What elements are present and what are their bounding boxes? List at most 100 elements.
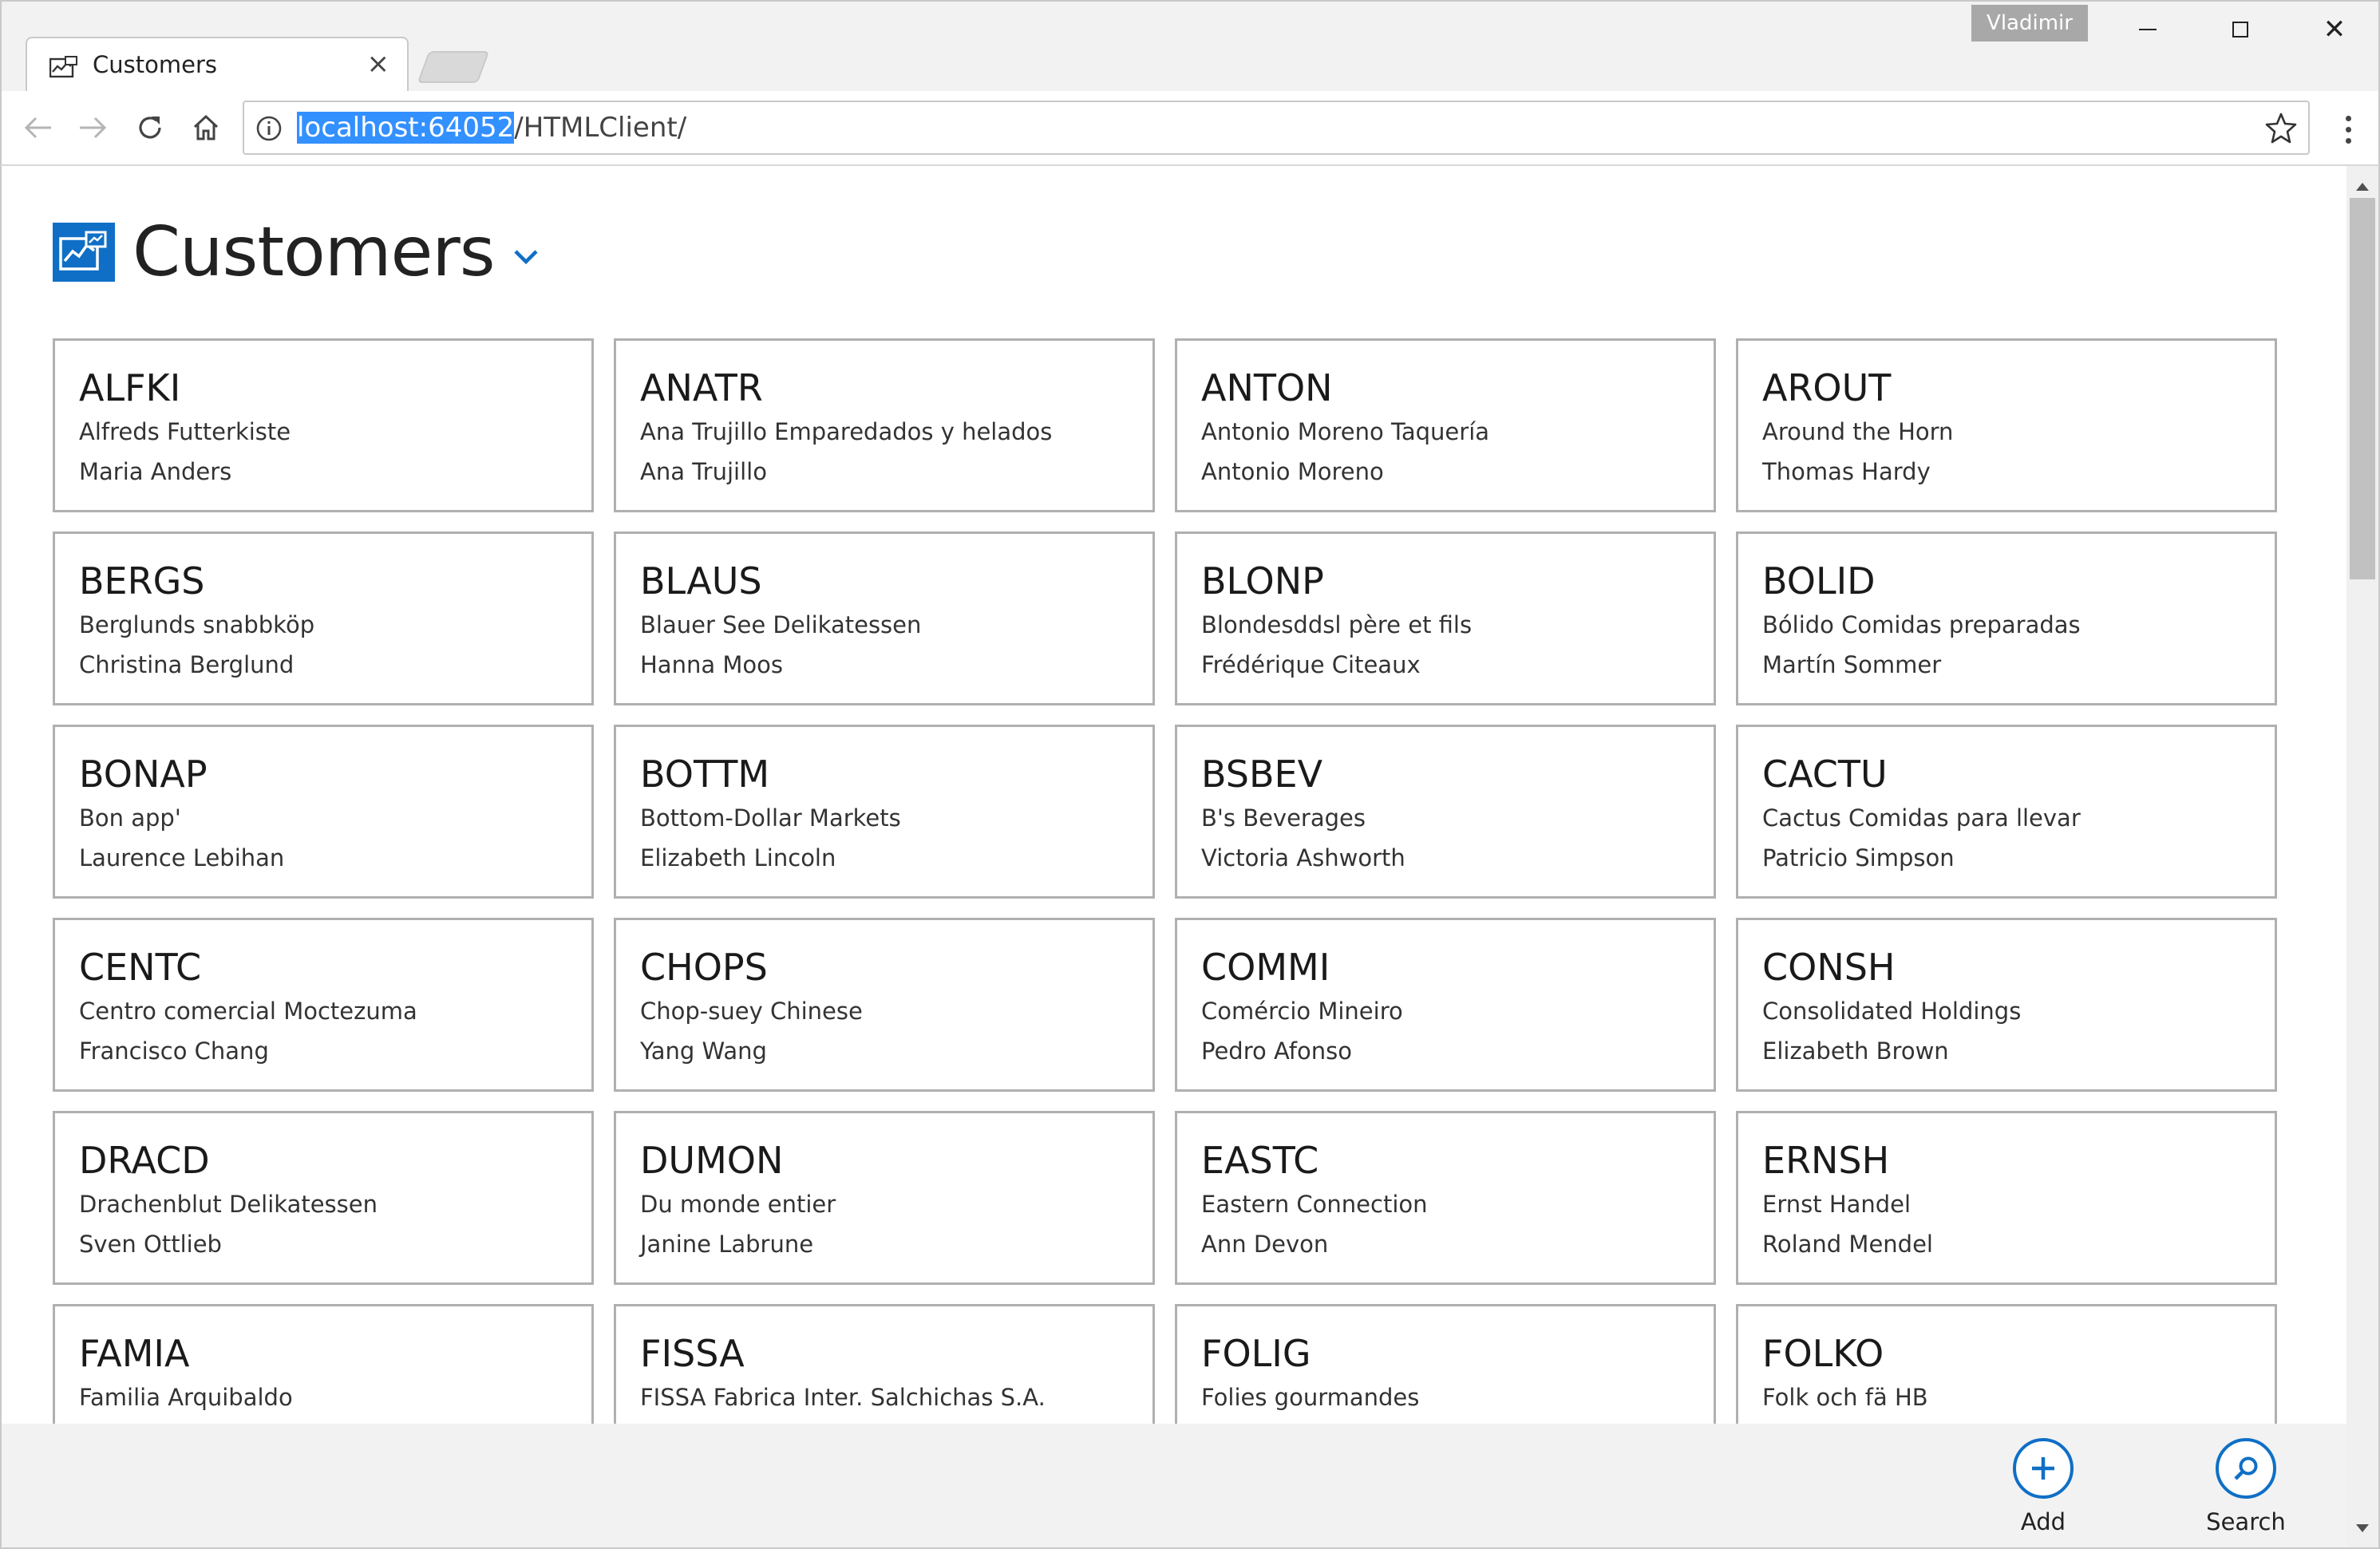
browser-tab-customers[interactable]: Customers ×	[26, 37, 409, 94]
new-tab-button[interactable]	[417, 51, 490, 83]
command-bar: Add Search	[2, 1424, 2346, 1547]
customer-tile[interactable]: BOLID Bólido Comidas preparadas Martín Som…	[1736, 531, 2277, 705]
customer-id: FAMIA	[79, 1332, 190, 1375]
customer-company-name: Du monde entier	[640, 1191, 836, 1218]
customer-id: BOTTM	[640, 753, 770, 796]
home-button[interactable]	[184, 105, 228, 150]
customer-tile[interactable]: BLAUS Blauer See Delikatessen Hanna Moos	[614, 531, 1155, 705]
customer-id: DUMON	[640, 1139, 784, 1182]
customer-contact-name: Hanna Moos	[640, 651, 783, 678]
customer-id: CACTU	[1762, 753, 1888, 796]
customer-company-name: Comércio Mineiro	[1201, 998, 1403, 1025]
scroll-down-button[interactable]	[2346, 1514, 2378, 1543]
chevron-down-icon[interactable]	[512, 247, 540, 266]
customer-company-name: Blauer See Delikatessen	[640, 611, 922, 638]
browser-toolbar: localhost:64052/HTMLClient/	[0, 91, 2380, 166]
customer-tile[interactable]: BOTTM Bottom-Dollar Markets Elizabeth Linc…	[614, 725, 1155, 899]
customer-tile[interactable]: CONSH Consolidated Holdings Elizabeth Brow…	[1736, 918, 2277, 1092]
triangle-up-icon	[2356, 183, 2369, 191]
customer-tile[interactable]: DUMON Du monde entier Janine Labrune	[614, 1111, 1155, 1285]
customer-id: FOLIG	[1201, 1332, 1311, 1375]
customer-tile[interactable]: BLONP Blondesddsl père et fils Frédérique …	[1175, 531, 1716, 705]
customer-contact-name: Yang Wang	[640, 1037, 767, 1065]
vertical-scrollbar[interactable]	[2346, 166, 2378, 1547]
customer-id: BONAP	[79, 753, 208, 796]
scroll-up-button[interactable]	[2346, 172, 2378, 201]
customer-id: ANTON	[1201, 366, 1333, 409]
customer-tile[interactable]: BSBEV B's Beverages Victoria Ashworth	[1175, 725, 1716, 899]
customer-contact-name: Ann Devon	[1201, 1231, 1329, 1258]
menu-dot	[2345, 126, 2351, 132]
browser-titlebar: Customers × Vladimir ✕	[0, 0, 2380, 94]
close-icon: ✕	[2323, 14, 2346, 45]
customer-tile[interactable]: ERNSH Ernst Handel Roland Mendel	[1736, 1111, 2277, 1285]
page-title[interactable]: Customers	[132, 212, 496, 292]
url-text[interactable]: localhost:64052/HTMLClient/	[297, 112, 686, 144]
customer-tile[interactable]: CENTC Centro comercial Moctezuma Francisco…	[53, 918, 594, 1092]
customer-contact-name: Ana Trujillo	[640, 458, 767, 485]
info-icon[interactable]	[255, 115, 283, 142]
page-viewport: Customers ALFKI Alfreds Futterkiste Maria …	[0, 166, 2380, 1549]
tab-title: Customers	[93, 51, 217, 78]
customer-tile[interactable]: ANATR Ana Trujillo Emparedados y helados A…	[614, 338, 1155, 512]
reload-button[interactable]	[128, 105, 172, 150]
customer-company-name: Bólido Comidas preparadas	[1762, 611, 2081, 638]
address-bar[interactable]: localhost:64052/HTMLClient/	[243, 101, 2310, 155]
customer-company-name: Folies gourmandes	[1201, 1384, 1420, 1411]
bookmark-star-icon[interactable]	[2265, 112, 2297, 144]
back-button[interactable]	[16, 105, 61, 150]
customer-company-name: Eastern Connection	[1201, 1191, 1428, 1218]
customer-tile[interactable]: AROUT Around the Horn Thomas Hardy	[1736, 338, 2277, 512]
customer-company-name: Bon app'	[79, 804, 181, 832]
browser-menu-button[interactable]	[2332, 107, 2364, 152]
search-button[interactable]: Search	[2182, 1438, 2310, 1542]
customer-company-name: Blondesddsl père et fils	[1201, 611, 1473, 638]
customer-company-name: Berglunds snabbköp	[79, 611, 315, 638]
add-button[interactable]: Add	[1979, 1438, 2107, 1542]
customer-company-name: Antonio Moreno Taquería	[1201, 418, 1490, 445]
customer-contact-name: Sven Ottlieb	[79, 1231, 222, 1258]
customer-id: ERNSH	[1762, 1139, 1890, 1182]
customer-tile[interactable]: CACTU Cactus Comidas para llevar Patricio …	[1736, 725, 2277, 899]
customer-id: CONSH	[1762, 946, 1896, 989]
customer-company-name: Folk och fä HB	[1762, 1384, 1928, 1411]
customer-tile[interactable]: EASTC Eastern Connection Ann Devon	[1175, 1111, 1716, 1285]
search-button-label: Search	[2206, 1508, 2286, 1535]
maximize-button[interactable]	[2204, 6, 2276, 53]
customer-tile[interactable]: ALFKI Alfreds Futterkiste Maria Anders	[53, 338, 594, 512]
customer-id: FISSA	[640, 1332, 745, 1375]
customer-tile[interactable]: ANTON Antonio Moreno Taquería Antonio More…	[1175, 338, 1716, 512]
customer-company-name: Consolidated Holdings	[1762, 998, 2022, 1025]
app-favicon-icon	[49, 56, 78, 78]
customer-company-name: Ernst Handel	[1762, 1191, 1912, 1218]
customer-id: EASTC	[1201, 1139, 1319, 1182]
customer-id: ANATR	[640, 366, 763, 409]
home-icon	[193, 114, 219, 140]
customer-tile[interactable]: BERGS Berglunds snabbköp Christina Berglun…	[53, 531, 594, 705]
customer-contact-name: Pedro Afonso	[1201, 1037, 1352, 1065]
customer-contact-name: Antonio Moreno	[1201, 458, 1384, 485]
customer-id: BOLID	[1762, 559, 1876, 603]
profile-badge[interactable]: Vladimir	[1971, 5, 2088, 41]
customer-contact-name: Elizabeth Brown	[1762, 1037, 1949, 1065]
forward-button[interactable]	[70, 105, 115, 150]
scrollbar-thumb[interactable]	[2350, 198, 2375, 579]
arrow-left-icon	[24, 117, 51, 139]
customer-contact-name: Victoria Ashworth	[1201, 844, 1405, 871]
reload-icon	[139, 117, 161, 139]
customer-tile[interactable]: DRACD Drachenblut Delikatessen Sven Ottlie…	[53, 1111, 594, 1285]
tab-close-icon[interactable]: ×	[367, 48, 390, 80]
close-window-button[interactable]: ✕	[2299, 6, 2370, 53]
customer-tile[interactable]: CHOPS Chop-suey Chinese Yang Wang	[614, 918, 1155, 1092]
minimize-button[interactable]	[2112, 6, 2184, 53]
search-icon	[2216, 1438, 2276, 1499]
customer-contact-name: Laurence Lebihan	[79, 844, 285, 871]
customer-tile[interactable]: COMMI Comércio Mineiro Pedro Afonso	[1175, 918, 1716, 1092]
customer-contact-name: Maria Anders	[79, 458, 232, 485]
customer-company-name: Ana Trujillo Emparedados y helados	[640, 418, 1053, 445]
minimize-icon	[2139, 29, 2157, 30]
customer-company-name: Around the Horn	[1762, 418, 1954, 445]
customer-id: DRACD	[79, 1139, 210, 1182]
customer-tile[interactable]: BONAP Bon app' Laurence Lebihan	[53, 725, 594, 899]
customer-id: BLONP	[1201, 559, 1324, 603]
